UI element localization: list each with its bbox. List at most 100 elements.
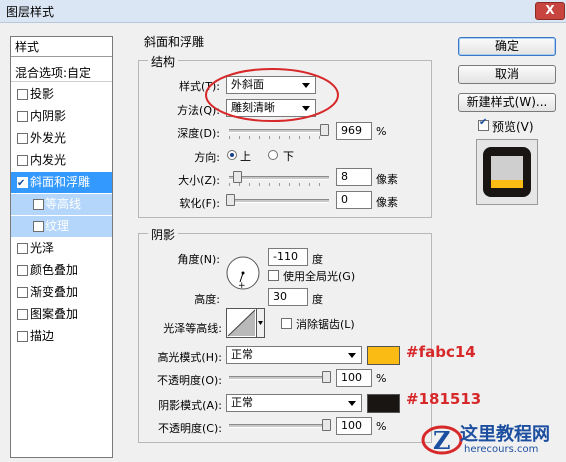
- direction-label: 方向:: [194, 151, 220, 164]
- style-item-label: 描边: [30, 329, 55, 343]
- global-light-checkbox[interactable]: [268, 270, 279, 281]
- new-style-button[interactable]: 新建样式(W)...: [458, 93, 556, 112]
- structure-title: 结构: [148, 53, 179, 70]
- direction-down-label[interactable]: 下: [283, 148, 294, 164]
- angle-unit: 度: [312, 253, 323, 266]
- close-button[interactable]: X: [535, 2, 565, 20]
- direction-up-radio[interactable]: [227, 150, 237, 160]
- style-item-label: 光泽: [30, 241, 55, 255]
- soften-slider-thumb[interactable]: [226, 194, 235, 206]
- style-list-item[interactable]: 投影: [11, 84, 112, 105]
- shadow-mode-select[interactable]: 正常: [226, 394, 362, 412]
- chevron-down-icon: [348, 353, 356, 358]
- style-item-checkbox[interactable]: [17, 331, 28, 342]
- highlight-color-annotation: #fabc14: [406, 343, 476, 361]
- antialias-checkbox[interactable]: [281, 318, 292, 329]
- watermark-name: 这里教程网: [460, 424, 550, 445]
- style-item-label: 内阴影: [30, 109, 67, 123]
- style-item-checkbox[interactable]: [17, 89, 28, 100]
- style-item-checkbox[interactable]: [17, 111, 28, 122]
- style-list-header[interactable]: 样式: [11, 37, 112, 57]
- antialias-label[interactable]: 消除锯齿(L): [296, 316, 355, 332]
- cancel-button[interactable]: 取消: [458, 65, 556, 84]
- style-list-item[interactable]: 纹理: [11, 216, 112, 237]
- window-title: 图层样式: [6, 5, 55, 19]
- style-item-checkbox[interactable]: [17, 133, 28, 144]
- size-slider-track[interactable]: [229, 176, 329, 180]
- highlight-opacity-slider-thumb[interactable]: [322, 371, 331, 383]
- depth-slider-ticks: [229, 136, 329, 139]
- size-unit: 像素: [376, 173, 398, 186]
- blend-options-item[interactable]: 混合选项:自定: [11, 64, 112, 82]
- altitude-field[interactable]: 30: [268, 288, 308, 306]
- shadow-opacity-slider-thumb[interactable]: [322, 419, 331, 431]
- highlight-color-swatch[interactable]: [367, 346, 400, 365]
- style-list-item[interactable]: 光泽: [11, 238, 112, 259]
- altitude-unit: 度: [312, 293, 323, 306]
- highlight-opacity-field[interactable]: 100: [336, 369, 372, 387]
- depth-slider-track[interactable]: [229, 129, 329, 133]
- highlight-mode-value: 正常: [231, 348, 253, 361]
- highlight-opacity-label: 不透明度(O):: [157, 374, 222, 387]
- preview-label[interactable]: 预览(V): [492, 118, 534, 135]
- style-list-item[interactable]: 等高线: [11, 194, 112, 215]
- highlight-opacity-slider-track[interactable]: [229, 376, 329, 380]
- style-item-checkbox[interactable]: [33, 199, 44, 210]
- style-item-label: 颜色叠加: [30, 263, 79, 277]
- highlight-ellipse-annotation: [205, 68, 339, 122]
- style-item-checkbox[interactable]: [17, 243, 28, 254]
- size-label: 大小(Z):: [178, 174, 220, 187]
- soften-label: 软化(F):: [179, 197, 220, 210]
- style-item-checkbox[interactable]: [17, 173, 28, 194]
- style-item-checkbox[interactable]: [17, 155, 28, 166]
- shadow-mode-label: 阴影模式(A):: [158, 399, 222, 412]
- style-item-checkbox[interactable]: [17, 309, 28, 320]
- angle-label: 角度(N):: [177, 253, 220, 266]
- style-item-label: 图案叠加: [30, 307, 79, 321]
- style-list-item[interactable]: 斜面和浮雕: [11, 172, 112, 194]
- highlight-mode-select[interactable]: 正常: [226, 346, 362, 364]
- angle-dial[interactable]: +: [225, 255, 261, 291]
- size-slider-thumb[interactable]: [233, 171, 242, 183]
- shadow-opacity-slider-track[interactable]: [229, 424, 329, 428]
- style-item-checkbox[interactable]: [17, 265, 28, 276]
- depth-field[interactable]: 969: [336, 122, 372, 140]
- highlight-opacity-unit: %: [376, 372, 387, 385]
- svg-text:+: +: [238, 281, 246, 291]
- shadow-opacity-label: 不透明度(C):: [158, 422, 222, 435]
- style-list-item[interactable]: 图案叠加: [11, 304, 112, 325]
- direction-down-radio[interactable]: [268, 150, 278, 160]
- shadow-color-swatch[interactable]: [367, 394, 400, 413]
- size-field[interactable]: 8: [336, 168, 372, 186]
- style-item-label: 内发光: [30, 153, 67, 167]
- style-list-item[interactable]: 颜色叠加: [11, 260, 112, 281]
- style-list-item[interactable]: 描边: [11, 326, 112, 347]
- style-item-label: 渐变叠加: [30, 285, 79, 299]
- style-list-item[interactable]: 外发光: [11, 128, 112, 149]
- style-list-item[interactable]: 内发光: [11, 150, 112, 171]
- style-item-label: 斜面和浮雕: [30, 175, 91, 189]
- global-light-label[interactable]: 使用全局光(G): [283, 268, 355, 284]
- shading-title: 阴影: [148, 226, 179, 243]
- shadow-opacity-field[interactable]: 100: [336, 417, 372, 435]
- ok-button[interactable]: 确定: [458, 37, 556, 56]
- angle-field[interactable]: -110: [268, 248, 308, 266]
- soften-slider-track[interactable]: [229, 199, 329, 203]
- style-list: 样式 混合选项:自定 投影内阴影外发光内发光斜面和浮雕等高线纹理光泽颜色叠加渐变…: [10, 36, 113, 458]
- bevel-section-title: 斜面和浮雕: [141, 33, 208, 50]
- shadow-color-annotation: #181513: [406, 390, 482, 408]
- style-item-label: 纹理: [45, 219, 70, 233]
- style-item-label: 外发光: [30, 131, 67, 145]
- preview-checkbox[interactable]: [478, 117, 489, 131]
- watermark-logo: Z: [421, 425, 463, 455]
- gloss-contour-picker[interactable]: [226, 308, 266, 338]
- style-item-checkbox[interactable]: [17, 287, 28, 298]
- soften-field[interactable]: 0: [336, 191, 372, 209]
- depth-slider-thumb[interactable]: [320, 124, 329, 136]
- depth-label: 深度(D):: [177, 127, 220, 140]
- style-item-checkbox[interactable]: [33, 221, 44, 232]
- style-list-item[interactable]: 渐变叠加: [11, 282, 112, 303]
- direction-up-label[interactable]: 上: [240, 148, 251, 164]
- altitude-label: 高度:: [194, 293, 220, 306]
- style-list-item[interactable]: 内阴影: [11, 106, 112, 127]
